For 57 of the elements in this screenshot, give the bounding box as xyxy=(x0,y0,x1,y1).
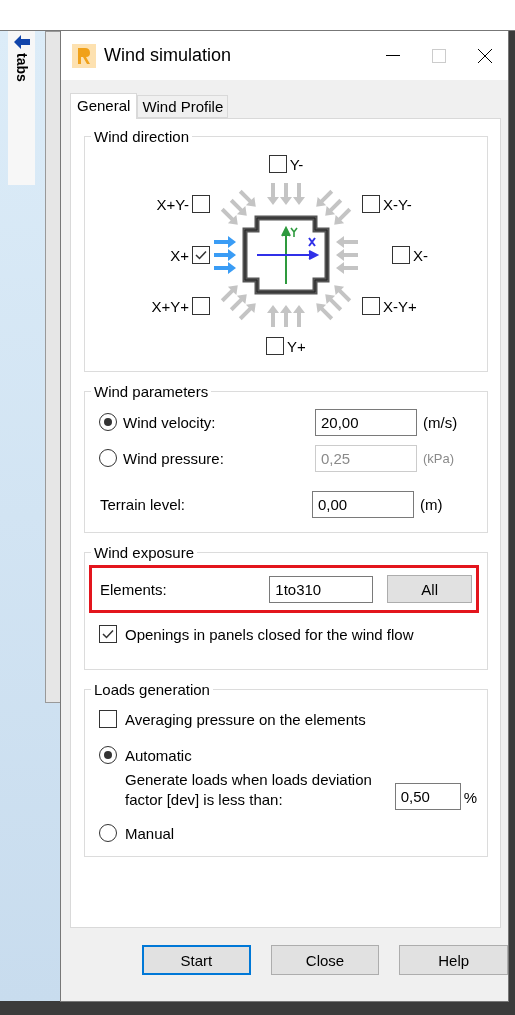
group-title: Wind direction xyxy=(93,128,191,145)
app-logo-icon xyxy=(72,43,96,68)
direction-label: Y+ xyxy=(287,337,306,355)
minimize-icon[interactable] xyxy=(386,54,400,57)
field-label: Elements: xyxy=(100,580,168,598)
tab[interactable]: General xyxy=(70,93,138,119)
dialog-button[interactable]: Close xyxy=(270,945,380,975)
checkbox[interactable] xyxy=(99,710,117,728)
checkbox[interactable] xyxy=(392,246,410,264)
tab[interactable]: Wind Profile xyxy=(137,95,229,118)
checkbox[interactable] xyxy=(362,297,380,315)
unit-label: % xyxy=(463,789,477,806)
unit-label: (m/s) xyxy=(423,413,459,431)
unit-label: (kPa) xyxy=(423,450,456,466)
checkbox-label: Openings in panels closed for the wind flow xyxy=(125,625,414,643)
checkbox[interactable] xyxy=(266,337,285,355)
checkbox[interactable] xyxy=(192,297,210,315)
dialog-button[interactable]: Help xyxy=(399,945,508,975)
field-label: Wind pressure: xyxy=(123,449,225,467)
side-tab[interactable]: tabs xyxy=(8,31,35,185)
field-label: Terrain level: xyxy=(100,495,187,513)
input-field[interactable]: 1to310 xyxy=(269,575,374,603)
side-tab-label: tabs xyxy=(13,53,30,82)
radio-label: Automatic xyxy=(125,746,192,764)
checkbox[interactable] xyxy=(192,195,210,213)
checkbox[interactable] xyxy=(99,625,117,643)
checkmark-icon xyxy=(102,629,114,639)
checkmark-icon xyxy=(195,250,207,260)
unit-label: (m) xyxy=(420,495,444,513)
radio-button[interactable] xyxy=(99,746,117,764)
input-field[interactable]: 20,00 xyxy=(315,408,417,436)
radio-button[interactable] xyxy=(99,824,117,842)
direction-label: X- xyxy=(413,246,428,264)
input-field[interactable]: 0,50 xyxy=(394,783,461,810)
close-icon[interactable] xyxy=(477,47,493,64)
direction-label: X-Y- xyxy=(383,195,412,213)
radio-button[interactable] xyxy=(99,413,117,431)
direction-label: Y- xyxy=(289,155,304,173)
all-button[interactable]: All xyxy=(387,575,472,603)
group-title: Wind exposure xyxy=(93,544,196,561)
checkbox[interactable] xyxy=(362,195,380,213)
input-field[interactable]: 0,00 xyxy=(312,490,414,518)
field-label: Wind velocity: xyxy=(123,413,217,431)
direction-label: X-Y+ xyxy=(383,297,417,315)
group-title: Loads generation xyxy=(93,681,211,698)
window-title: Wind simulation xyxy=(104,45,233,66)
description-text: Generate loads when loads deviation factor [dev] is less than: xyxy=(125,770,373,810)
checkbox-label: Averaging pressure on the elements xyxy=(125,710,366,728)
radio-label: Manual xyxy=(125,824,175,842)
checkbox[interactable] xyxy=(192,246,210,264)
direction-label: X+ xyxy=(170,246,189,264)
dialog-button[interactable]: Start xyxy=(142,945,251,975)
direction-label: X+Y+ xyxy=(151,297,189,315)
direction-label: X+Y- xyxy=(156,195,189,213)
arrow-left-icon xyxy=(13,35,30,49)
group-title: Wind parameters xyxy=(93,383,210,400)
checkbox[interactable] xyxy=(268,155,287,173)
